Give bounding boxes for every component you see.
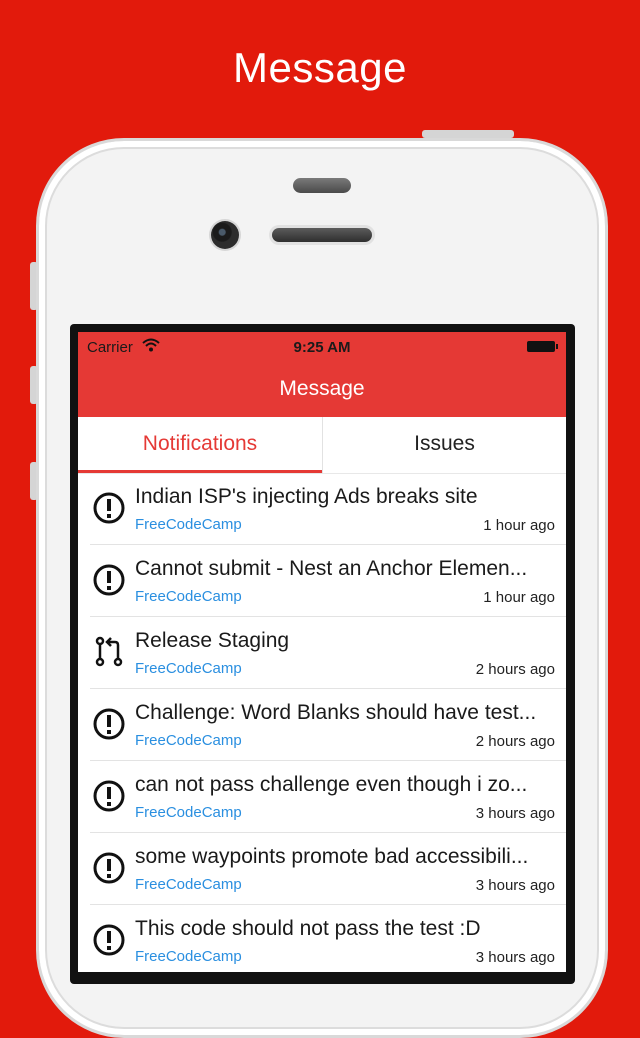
- issue-icon: [93, 924, 125, 956]
- notification-title: Challenge: Word Blanks should have test.…: [135, 701, 537, 724]
- notification-title: Indian ISP's injecting Ads breaks site: [135, 485, 478, 508]
- repo-link[interactable]: FreeCodeCamp: [135, 948, 242, 965]
- notification-time: 1 hour ago: [483, 589, 555, 606]
- notification-time: 3 hours ago: [475, 877, 555, 894]
- list-item[interactable]: Indian ISP's injecting Ads breaks site F…: [90, 473, 566, 545]
- nav-title: Message: [78, 362, 566, 417]
- repo-link[interactable]: FreeCodeCamp: [135, 660, 242, 677]
- issue-icon: [93, 780, 125, 812]
- power-button: [422, 130, 514, 138]
- repo-link[interactable]: FreeCodeCamp: [135, 804, 242, 821]
- repo-link[interactable]: FreeCodeCamp: [135, 516, 242, 533]
- status-bar: Carrier 9:25 AM: [78, 332, 566, 362]
- issue-icon: [93, 492, 125, 524]
- repo-link[interactable]: FreeCodeCamp: [135, 588, 242, 605]
- status-time: 9:25 AM: [293, 339, 351, 356]
- phone-top-speaker: [293, 178, 351, 193]
- notification-title: Cannot submit - Nest an Anchor Elemen...: [135, 557, 528, 580]
- list-item[interactable]: some waypoints promote bad accessibili..…: [90, 833, 566, 905]
- notification-title: some waypoints promote bad accessibili..…: [135, 845, 529, 868]
- promo-title: Message: [233, 44, 407, 91]
- notification-time: 2 hours ago: [475, 733, 555, 750]
- phone-earpiece: [272, 228, 372, 242]
- notification-time: 3 hours ago: [475, 949, 555, 966]
- tab-bar: Notifications Issues: [78, 417, 566, 474]
- list-item[interactable]: can not pass challenge even though i zo.…: [90, 761, 566, 833]
- list-item[interactable]: Challenge: Word Blanks should have test.…: [90, 689, 566, 761]
- battery-icon: [527, 341, 558, 352]
- notification-time: 2 hours ago: [475, 661, 555, 678]
- notification-time: 1 hour ago: [483, 517, 555, 534]
- list-item[interactable]: Release Staging FreeCodeCamp 2 hours ago: [90, 617, 566, 689]
- issue-icon: [93, 708, 125, 740]
- issue-icon: [93, 564, 125, 596]
- tab-issues[interactable]: Issues: [322, 417, 566, 473]
- issue-icon: [93, 852, 125, 884]
- tab-notifications[interactable]: Notifications: [78, 417, 322, 473]
- notification-time: 3 hours ago: [475, 805, 555, 822]
- repo-link[interactable]: FreeCodeCamp: [135, 876, 242, 893]
- pull-request-icon: [95, 636, 123, 667]
- repo-link[interactable]: FreeCodeCamp: [135, 732, 242, 749]
- notification-list: Indian ISP's injecting Ads breaks site F…: [78, 473, 566, 972]
- notification-title: Release Staging: [135, 629, 290, 652]
- list-item[interactable]: This code should not pass the test :D Fr…: [90, 905, 566, 972]
- list-item[interactable]: Cannot submit - Nest an Anchor Elemen...…: [90, 545, 566, 617]
- front-camera-icon: [211, 221, 239, 249]
- notification-title: can not pass challenge even though i zo.…: [135, 773, 528, 796]
- app-screen: Carrier 9:25 AM Message Notifications Is…: [78, 332, 566, 972]
- notification-title: This code should not pass the test :D: [135, 917, 481, 940]
